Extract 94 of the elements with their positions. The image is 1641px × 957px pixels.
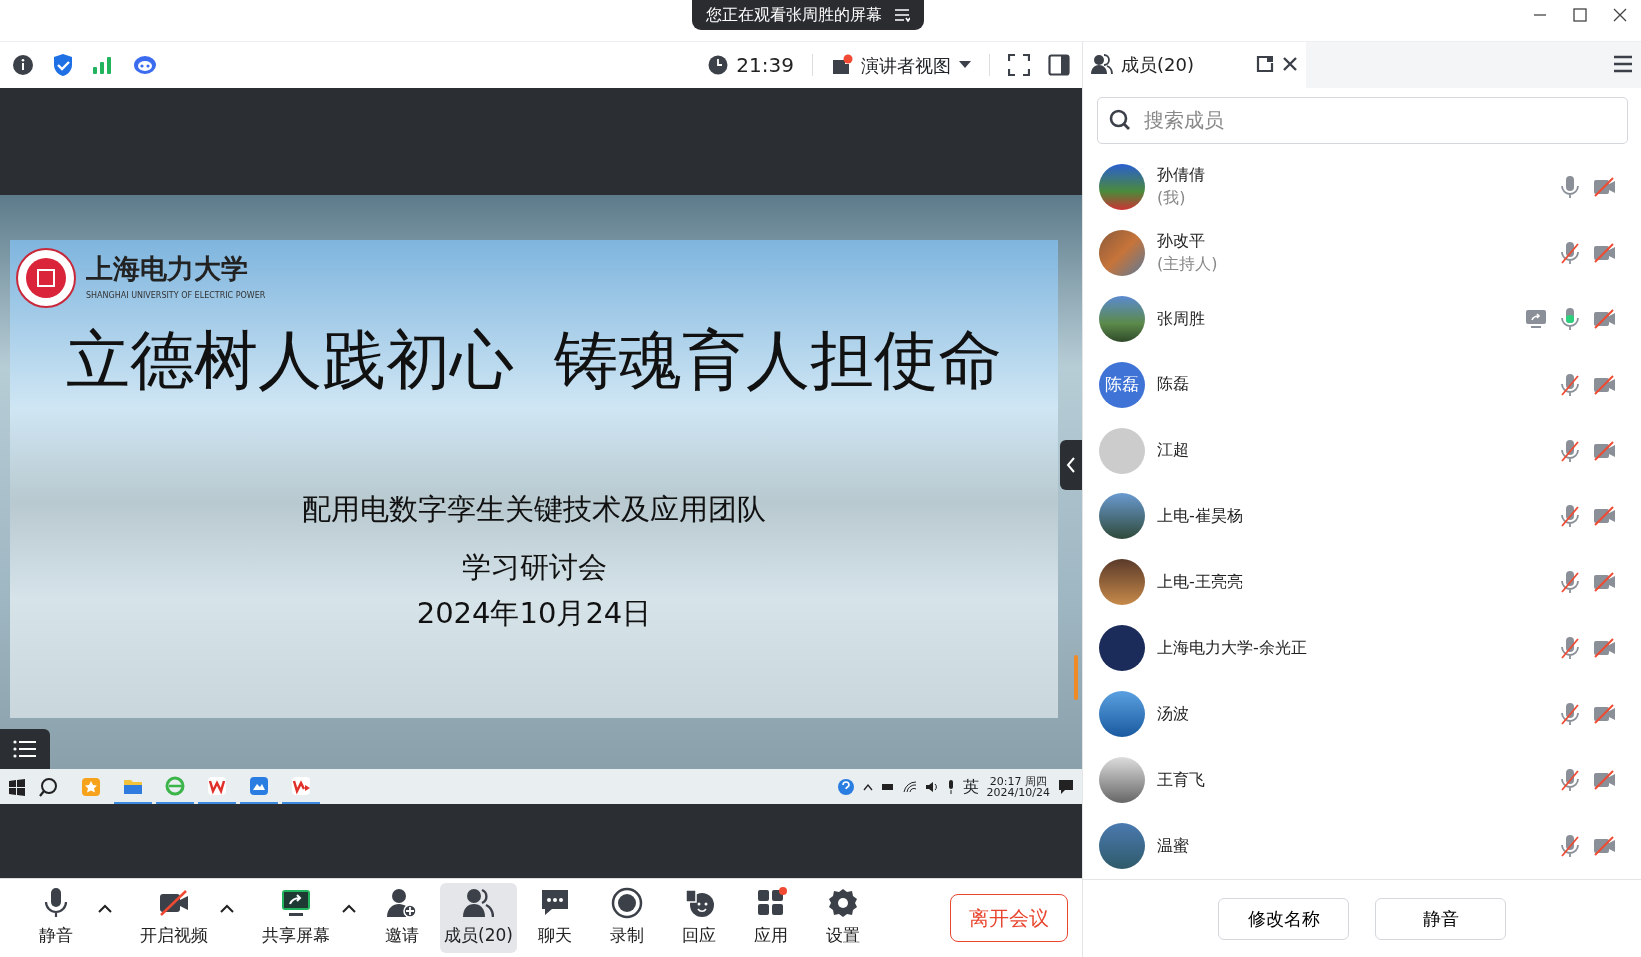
member-role: (我) [1157, 186, 1187, 209]
battery-icon[interactable] [880, 781, 895, 792]
cloud-app-icon[interactable] [249, 775, 269, 796]
chevron-up-icon[interactable] [862, 782, 873, 791]
close-icon[interactable] [1613, 8, 1627, 22]
windows-start-icon[interactable] [8, 777, 26, 796]
chevron-left-icon [1066, 457, 1076, 473]
participants-icon [462, 887, 495, 920]
university-name: 上海电力大学 [86, 254, 249, 282]
slide-subtitle: 学习研讨会 [461, 549, 607, 586]
member-role: (主持人) [1157, 252, 1219, 275]
avatar-photo [1099, 229, 1145, 276]
add-user-icon [386, 887, 418, 920]
toolbar-button[interactable]: 回应 [664, 883, 733, 953]
wifi-icon[interactable] [902, 780, 917, 793]
record-icon [610, 887, 643, 920]
member-name: 汤波 [1157, 703, 1190, 726]
toolbar-button[interactable]: 聊天 [520, 883, 589, 953]
university-seal-icon [16, 248, 76, 308]
avatar-photo [1099, 295, 1145, 342]
collapse-button[interactable] [1060, 440, 1082, 490]
member-name: 陈磊 [1157, 373, 1190, 396]
search-icon [1109, 108, 1131, 131]
member-name: 孙改平 [1157, 230, 1206, 253]
member-name: 上电-崔昊杨 [1157, 505, 1244, 528]
panel-button[interactable]: 修改名称 [1218, 897, 1349, 940]
slide-subtitle: 2024年10月24日 [416, 595, 652, 632]
slide-subtitle: 配用电数字孪生关键技术及应用团队 [302, 490, 766, 528]
shield-icon[interactable] [52, 53, 74, 77]
member-name: 张周胜 [1157, 307, 1206, 330]
star-app-icon[interactable] [81, 776, 101, 797]
clock-icon [708, 55, 729, 75]
leave-meeting-button[interactable]: 离开会议 [950, 894, 1068, 942]
toolbar-button[interactable]: 设置 [808, 883, 877, 953]
member-name: 温蜜 [1157, 834, 1190, 857]
meeting-time: 21:39 [736, 52, 794, 79]
notification-icon[interactable] [1058, 778, 1074, 795]
input-method-indicator[interactable]: 英 [962, 774, 979, 799]
menu-icon[interactable] [1613, 55, 1633, 74]
pop-out-icon[interactable] [1256, 55, 1274, 74]
avatar-photo [1099, 559, 1145, 606]
signal-icon[interactable] [92, 55, 114, 75]
member-name: 上电-王亮亮 [1157, 571, 1244, 594]
avatar: 陈磊 [1099, 361, 1145, 408]
member-name: 王育飞 [1157, 768, 1206, 791]
slide-title: 立德树人践初心 铸魂育人担使命 [65, 322, 1003, 399]
avatar-photo [1099, 691, 1145, 738]
view-mode-button[interactable]: 演讲者视图 [831, 51, 971, 79]
maximize-icon[interactable] [1573, 8, 1587, 22]
avatar-photo [1099, 625, 1145, 672]
university-english-name: SHANGHAI UNIVERSITY OF ELECTRIC POWER [86, 289, 266, 302]
toolbar-button[interactable]: 录制 [592, 883, 661, 953]
caret-up-icon [98, 904, 112, 913]
panel-tab[interactable]: 成员(20) [1083, 41, 1306, 88]
close-icon[interactable] [1282, 56, 1298, 73]
toolbar-button[interactable]: 应用 [736, 883, 805, 953]
search-icon[interactable] [39, 776, 59, 797]
toolbar-button[interactable]: 静音 [22, 883, 90, 953]
fullscreen-icon[interactable] [1008, 54, 1030, 76]
panel-title: 成员(20) [1121, 52, 1194, 77]
taskbar-clock-date[interactable]: 2024/10/24 [986, 786, 1050, 798]
list-icon [13, 739, 37, 759]
avatar-photo [1099, 493, 1145, 540]
microphone-icon[interactable] [946, 779, 955, 794]
toolbar-button[interactable]: 开启视频 [136, 883, 212, 953]
avatar-photo [1099, 427, 1145, 474]
avatar-photo [1099, 163, 1145, 210]
wps-video-icon[interactable] [291, 775, 311, 796]
robot-icon[interactable] [132, 54, 158, 76]
help-icon[interactable] [836, 777, 855, 796]
caret-up-icon [342, 904, 356, 913]
avatar-photo [1099, 757, 1145, 804]
toolbar-button[interactable]: 共享屏幕 [258, 883, 334, 953]
info-icon[interactable] [12, 54, 34, 76]
search-field[interactable]: 搜索成员 [1097, 96, 1628, 144]
outline-button[interactable] [0, 729, 50, 769]
taskbar-clock-time[interactable]: 20:17 周四 [986, 775, 1050, 787]
member-name: 江超 [1157, 439, 1190, 462]
caret-icon [959, 61, 971, 69]
banner-text: 您正在观看张周胜的屏幕 [706, 4, 882, 26]
scrollbar-thumb[interactable] [1074, 655, 1078, 700]
panel-button[interactable]: 静音 [1375, 897, 1506, 940]
member-name: 孙倩倩 [1157, 164, 1206, 187]
avatar-photo [1099, 823, 1145, 870]
participants-icon [1091, 54, 1113, 75]
toolbar-button[interactable]: 邀请 [368, 883, 436, 953]
member-name: 上海电力大学-余光正 [1157, 637, 1308, 660]
wps-icon[interactable] [207, 775, 227, 796]
sidebar-icon[interactable] [1048, 54, 1070, 76]
caret-up-icon [220, 904, 234, 913]
list-icon[interactable] [894, 8, 910, 22]
speaker-icon[interactable] [924, 780, 939, 793]
settings-icon [826, 887, 859, 920]
toolbar-button[interactable]: 成员(20) [440, 883, 517, 953]
